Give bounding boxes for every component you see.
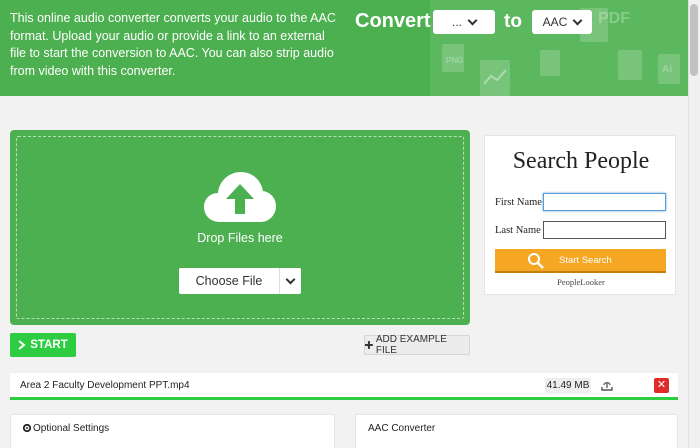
chevron-down-icon [285,274,296,284]
start-label: START [30,339,68,351]
chevron-right-icon [18,340,26,350]
to-label: to [504,11,522,32]
png-decor-label: PNG [446,56,464,65]
pdf-decor-label: PDF [598,10,630,27]
last-name-input[interactable] [543,221,666,239]
gear-icon [22,423,32,433]
start-button[interactable]: START [10,333,76,357]
choose-file-label: Choose File [195,274,263,288]
first-name-label: First Name [495,197,542,208]
to-format-value: AAC [542,15,568,29]
aac-converter-heading: AAC Converter [368,423,436,434]
header-banner: PDF PNG Ai This online audio converter c… [0,0,688,96]
search-people-ad: Search People First Name Last Name Start… [484,135,676,295]
from-format-value: ... [451,15,462,29]
chevron-down-icon [572,15,583,25]
start-search-label: Start Search [559,255,612,266]
add-example-file-button[interactable]: ADD EXAMPLE FILE [364,334,470,356]
last-name-label: Last Name [495,225,541,236]
cloud-storage-icon[interactable] [600,378,614,392]
file-drop-zone[interactable]: Drop Files here [10,130,470,325]
remove-file-button[interactable]: ✕ [654,378,669,393]
chart-decor-icon [483,69,507,85]
scrollbar-thumb[interactable] [690,4,698,76]
cloud-upload-icon [204,172,276,222]
convert-label: Convert [355,10,431,32]
optional-settings-heading: Optional Settings [33,423,110,434]
search-people-title: Search People [512,148,650,174]
drop-files-label: Drop Files here [197,231,283,245]
first-name-input[interactable] [543,193,666,211]
plus-icon [365,341,373,349]
file-name: Area 2 Faculty Development PPT.mp4 [20,380,190,391]
file-size-badge: 41.49 MB [545,378,591,393]
aac-converter-panel: AAC Converter [355,414,678,448]
choose-file-dropdown-toggle[interactable] [279,268,301,294]
file-list-item: Area 2 Faculty Development PPT.mp4 41.49… [10,373,678,400]
peoplelooker-brand: PeopleLooker [557,277,605,287]
to-format-select[interactable]: AAC [532,10,592,34]
optional-settings-panel: Optional Settings [10,414,335,448]
header-description: This online audio converter converts you… [10,11,336,78]
choose-file-button[interactable]: Choose File [179,268,301,294]
ai-decor-label: Ai [662,64,672,75]
add-example-file-label: ADD EXAMPLE FILE [375,334,447,356]
chevron-down-icon [467,15,478,25]
search-icon [528,253,544,269]
from-format-select[interactable]: ... [433,10,495,34]
start-search-button[interactable]: Start Search [495,249,666,273]
